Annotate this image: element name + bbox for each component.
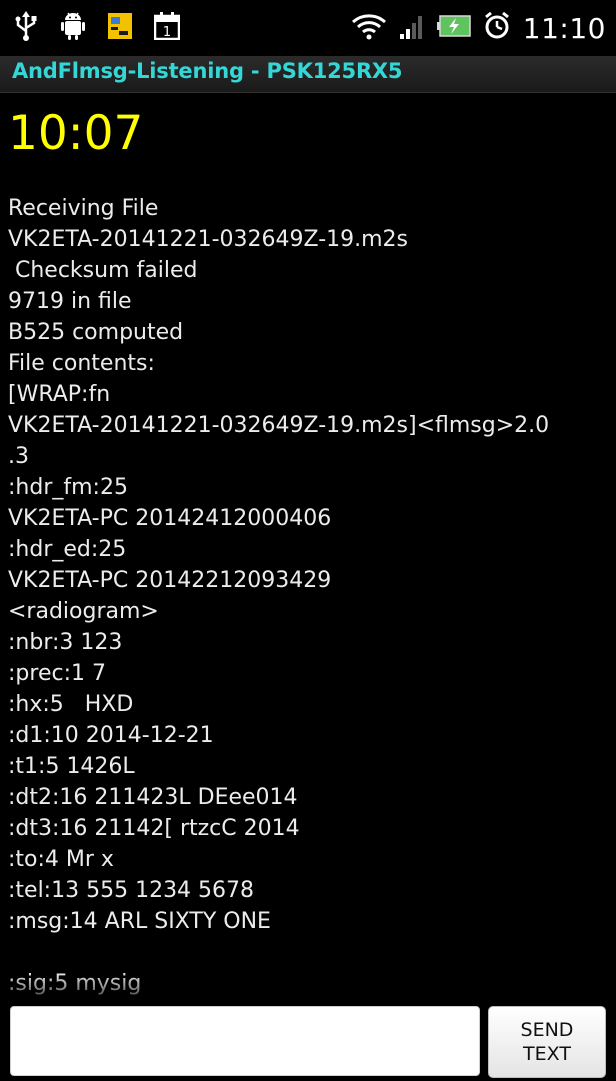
notification-icons: 1 xyxy=(14,8,181,48)
log-fade-overlay xyxy=(8,973,612,1003)
log-line: :to:4 Mr x xyxy=(8,847,114,872)
send-text-button[interactable]: SEND TEXT xyxy=(488,1006,606,1078)
log-line: Receiving File xyxy=(8,196,159,221)
system-icons: 11:10 xyxy=(351,8,606,48)
send-button-label-line1: SEND xyxy=(520,1019,574,1041)
log-line: VK2ETA-PC 20142412000406 xyxy=(8,506,332,531)
signal-icon xyxy=(399,12,425,44)
log-line: :tel:13 555 1234 5678 xyxy=(8,878,255,903)
calendar-icon: 1 xyxy=(153,12,181,44)
android-debug-icon xyxy=(60,11,86,45)
notification-app-icon xyxy=(108,13,132,43)
log-line: :t1:5 1426L xyxy=(8,754,135,779)
log-line: [WRAP:fn xyxy=(8,382,111,407)
receive-log[interactable]: Receiving File VK2ETA-20141221-032649Z-19… xyxy=(8,193,612,1003)
message-input[interactable] xyxy=(10,1006,480,1076)
log-line: :d1:10 2014-12-21 xyxy=(8,723,214,748)
log-line: .3 xyxy=(8,444,29,469)
log-line: VK2ETA-PC 20142212093429 xyxy=(8,568,332,593)
log-line: :nbr:3 123 xyxy=(8,630,123,655)
log-line: :msg:14 ARL SIXTY ONE xyxy=(8,909,271,934)
usb-icon xyxy=(14,11,38,45)
received-time-clock: 10:07 xyxy=(8,106,144,161)
log-line: :dt2:16 211423L DEee014 xyxy=(8,785,298,810)
send-button-label-line2: TEXT xyxy=(523,1043,571,1065)
log-line: :dt3:16 21142[ rtzcC 2014 xyxy=(8,816,300,841)
log-line: :hx:5 HXD xyxy=(8,692,134,717)
log-line: B525 computed xyxy=(8,320,184,345)
app-title: AndFlmsg-Listening - PSK125RX5 xyxy=(12,59,403,83)
log-line: File contents: xyxy=(8,351,155,376)
alarm-icon xyxy=(483,11,511,44)
status-time: 11:10 xyxy=(522,11,606,45)
app-title-bar: AndFlmsg-Listening - PSK125RX5 xyxy=(0,56,616,93)
log-line: :prec:1 7 xyxy=(8,661,106,686)
log-line: 9719 in file xyxy=(8,289,132,314)
log-line: VK2ETA-20141221-032649Z-19.m2s]<flmsg>2.… xyxy=(8,413,550,438)
battery-charging-icon xyxy=(436,14,471,42)
log-line: VK2ETA-20141221-032649Z-19.m2s xyxy=(8,227,409,252)
log-line: <radiogram> xyxy=(8,599,159,624)
log-line: :hdr_fm:25 xyxy=(8,475,128,500)
compose-bar: SEND TEXT xyxy=(0,1000,616,1081)
log-line: :hdr_ed:25 xyxy=(8,537,127,562)
status-bar: 1 11:10 xyxy=(0,0,616,56)
wifi-icon xyxy=(351,12,387,44)
log-line: Checksum failed xyxy=(8,258,198,283)
calendar-day-text: 1 xyxy=(163,25,171,40)
